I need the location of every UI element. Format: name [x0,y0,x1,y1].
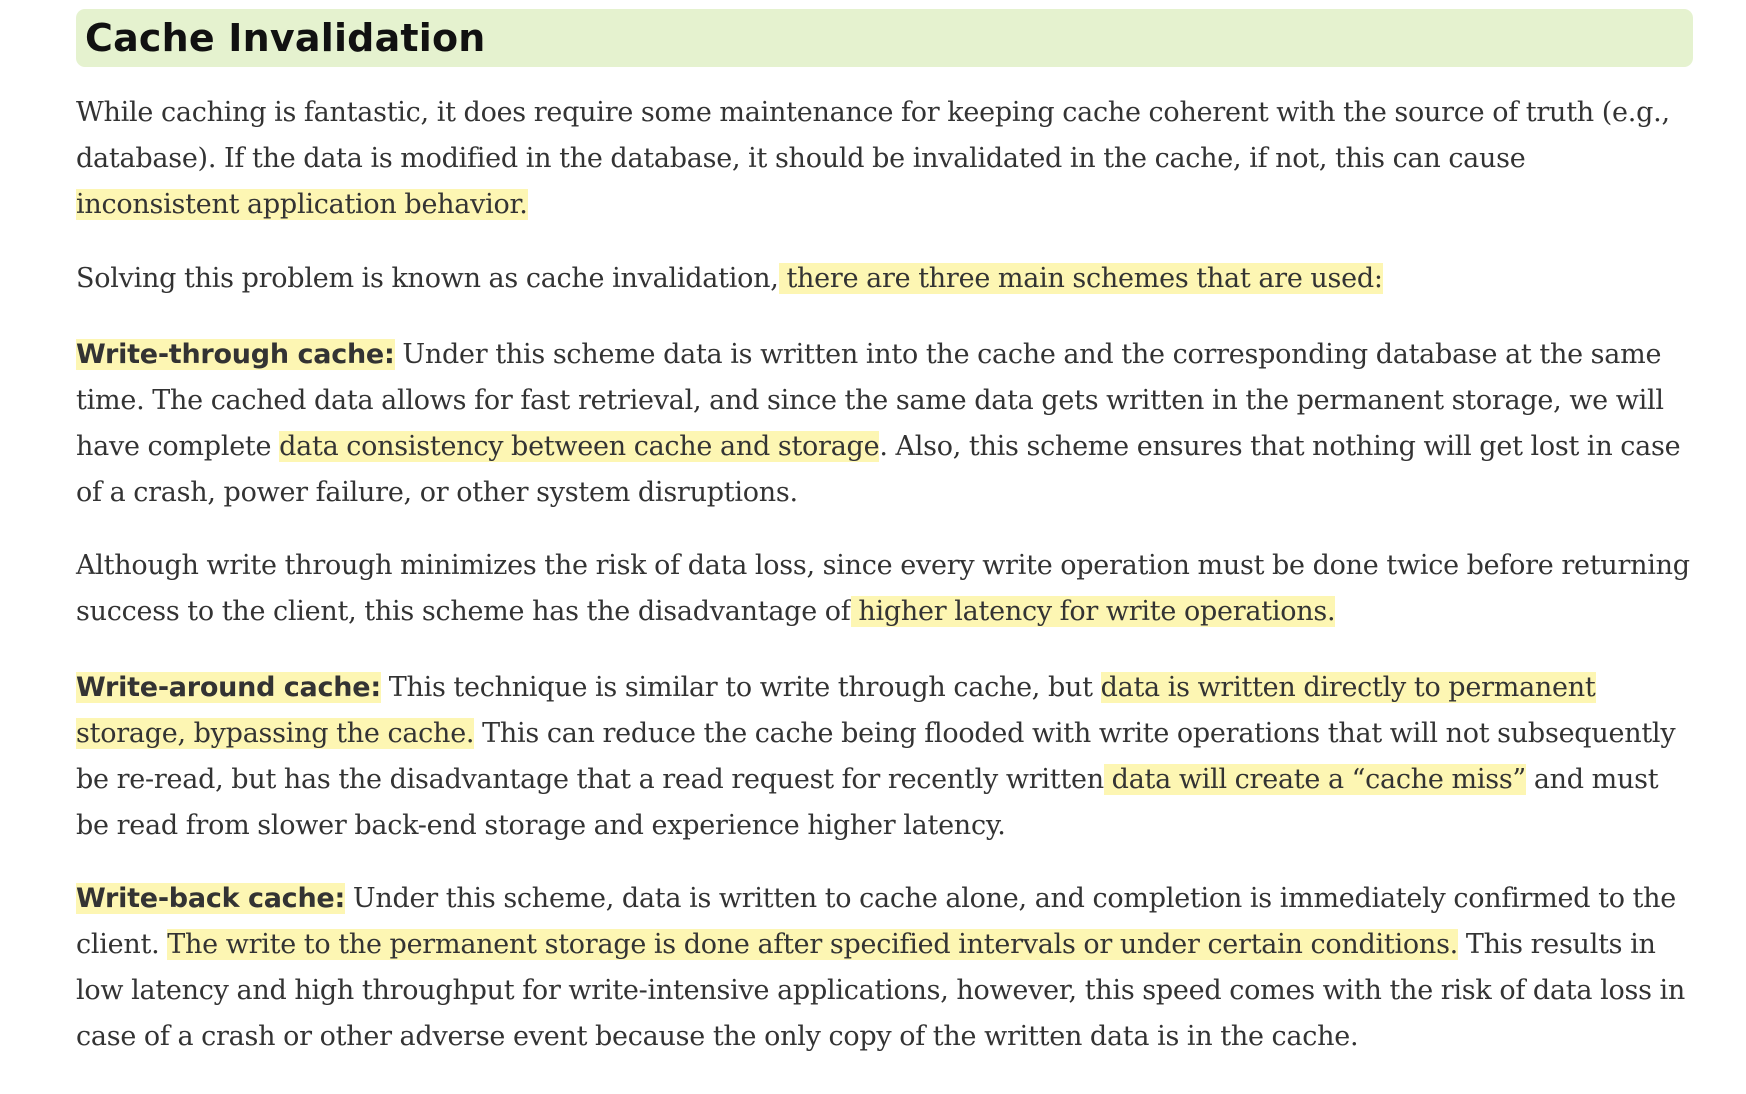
paragraph-write-back: Write-back cache: Under this scheme, dat… [76,876,1693,1060]
paragraph-text: This technique is similar to write throu… [380,672,1101,703]
highlighted-text: data consistency between cache and stora… [279,431,880,462]
highlighted-text: The write to the permanent storage is do… [167,929,1459,960]
highlighted-text: higher latency for write operations. [850,596,1336,627]
highlighted-text: there are three main schemes that are us… [778,263,1383,294]
term-write-around: Write-around cache: [76,672,381,703]
paragraph-write-around: Write-around cache: This technique is si… [76,665,1693,849]
term-write-through: Write-through cache: [76,339,395,370]
paragraph-write-through-disadvantage: Although write through minimizes the ris… [76,543,1693,635]
paragraph-text: While caching is fantastic, it does requ… [76,97,1670,174]
paragraph-text: Solving this problem is known as cache i… [76,263,779,294]
section-heading-bar: Cache Invalidation [76,9,1693,67]
paragraph-intro: While caching is fantastic, it does requ… [76,90,1693,228]
article-section: Cache Invalidation While caching is fant… [76,9,1693,1060]
highlighted-text: data will create a “cache miss” [1103,764,1526,795]
paragraph-schemes: Solving this problem is known as cache i… [76,256,1693,302]
term-write-back: Write-back cache: [76,883,346,914]
paragraph-write-through: Write-through cache: Under this scheme d… [76,332,1693,516]
section-title: Cache Invalidation [85,16,486,60]
highlighted-text: inconsistent application behavior. [76,189,528,220]
